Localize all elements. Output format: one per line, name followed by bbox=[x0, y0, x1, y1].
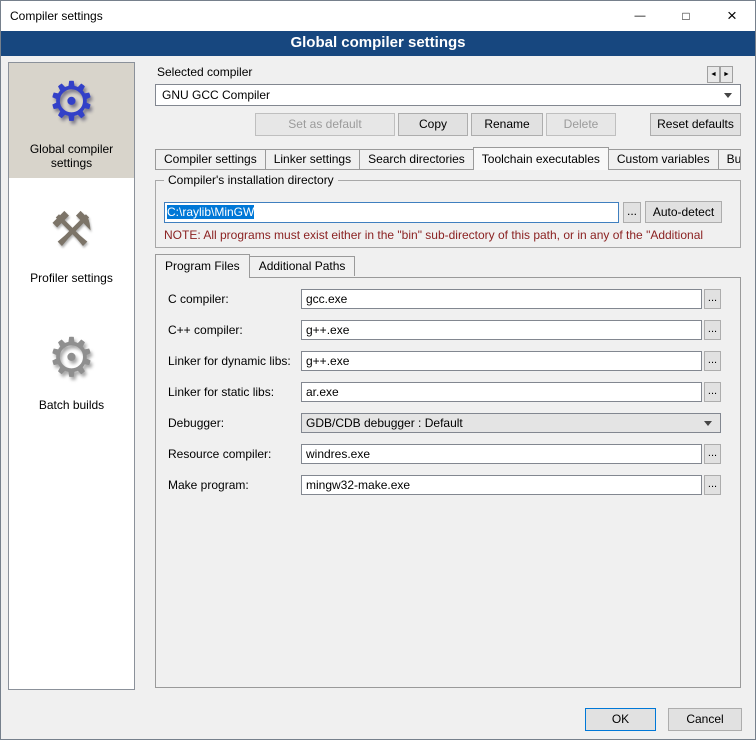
field-row-dynamic-linker: Linker for dynamic libs: g++.exe ... bbox=[168, 351, 740, 371]
close-button[interactable]: × bbox=[709, 1, 755, 31]
tab-build-options[interactable]: Build bbox=[718, 149, 741, 169]
gray-gear-icon: ⚙ bbox=[11, 325, 132, 393]
sidebar-item-global-compiler-settings[interactable]: ⚙ Global compiler settings bbox=[9, 63, 134, 178]
cancel-button[interactable]: Cancel bbox=[668, 708, 742, 731]
maximize-icon: □ bbox=[682, 9, 689, 23]
browse-static-linker-button[interactable]: ... bbox=[704, 382, 721, 402]
dynamic-linker-value: g++.exe bbox=[306, 354, 349, 368]
field-row-make-program: Make program: mingw32-make.exe ... bbox=[168, 475, 740, 495]
minimize-button[interactable]: — bbox=[617, 1, 663, 31]
resource-compiler-label: Resource compiler: bbox=[168, 447, 301, 461]
static-linker-label: Linker for static libs: bbox=[168, 385, 301, 399]
sidebar-item-profiler-settings[interactable]: ⚒ Profiler settings bbox=[9, 192, 134, 293]
field-row-c-compiler: C compiler: gcc.exe ... bbox=[168, 289, 740, 309]
make-program-value: mingw32-make.exe bbox=[306, 478, 410, 492]
set-as-default-button[interactable]: Set as default bbox=[255, 113, 395, 136]
dropdown-arrow-icon bbox=[704, 421, 712, 426]
copy-button[interactable]: Copy bbox=[398, 113, 468, 136]
program-tabstrip: Program Files Additional Paths bbox=[155, 254, 741, 277]
c-compiler-input[interactable]: gcc.exe bbox=[301, 289, 702, 309]
installation-directory-input[interactable]: C:\raylib\MinGW bbox=[164, 202, 619, 223]
cpp-compiler-input[interactable]: g++.exe bbox=[301, 320, 702, 340]
tab-compiler-settings[interactable]: Compiler settings bbox=[155, 149, 266, 169]
browse-resource-compiler-button[interactable]: ... bbox=[704, 444, 721, 464]
tab-toolchain-executables[interactable]: Toolchain executables bbox=[473, 147, 609, 170]
compiler-settings-window: Compiler settings — □ × Global compiler … bbox=[0, 0, 756, 740]
dynamic-linker-label: Linker for dynamic libs: bbox=[168, 354, 301, 368]
selected-compiler-label: Selected compiler bbox=[157, 65, 252, 79]
make-program-input[interactable]: mingw32-make.exe bbox=[301, 475, 702, 495]
titlebar: Compiler settings — □ × bbox=[1, 1, 755, 31]
cpp-compiler-value: g++.exe bbox=[306, 323, 349, 337]
dropdown-arrow-icon bbox=[724, 93, 732, 98]
sidebar-item-batch-builds[interactable]: ⚙ Batch builds bbox=[9, 319, 134, 420]
tab-scroll-left-icon[interactable]: ◄ bbox=[707, 66, 720, 83]
installation-directory-group: Compiler's installation directory C:\ray… bbox=[155, 180, 741, 248]
dynamic-linker-input[interactable]: g++.exe bbox=[301, 351, 702, 371]
window-controls: — □ × bbox=[617, 1, 755, 31]
installation-directory-value: C:\raylib\MinGW bbox=[167, 205, 254, 219]
compiler-select-value: GNU GCC Compiler bbox=[162, 88, 270, 102]
tab-program-files[interactable]: Program Files bbox=[155, 254, 250, 278]
tab-additional-paths[interactable]: Additional Paths bbox=[249, 256, 356, 276]
debugger-value: GDB/CDB debugger : Default bbox=[306, 416, 463, 430]
browse-make-program-button[interactable]: ... bbox=[704, 475, 721, 495]
static-linker-value: ar.exe bbox=[306, 385, 339, 399]
sidebar-item-label: Batch builds bbox=[11, 398, 132, 412]
installation-directory-group-title: Compiler's installation directory bbox=[164, 173, 338, 187]
ok-button[interactable]: OK bbox=[585, 708, 656, 731]
tab-scroll-right-icon[interactable]: ► bbox=[720, 66, 733, 83]
browse-dynamic-linker-button[interactable]: ... bbox=[704, 351, 721, 371]
page-title: Global compiler settings bbox=[1, 31, 755, 56]
field-row-resource-compiler: Resource compiler: windres.exe ... bbox=[168, 444, 740, 464]
tab-search-directories[interactable]: Search directories bbox=[359, 149, 474, 169]
reset-defaults-button[interactable]: Reset defaults bbox=[650, 113, 741, 136]
sidebar-item-label: Global compiler settings bbox=[11, 142, 132, 170]
browse-cpp-compiler-button[interactable]: ... bbox=[704, 320, 721, 340]
resource-compiler-input[interactable]: windres.exe bbox=[301, 444, 702, 464]
compiler-select[interactable]: GNU GCC Compiler bbox=[155, 84, 741, 106]
maximize-button[interactable]: □ bbox=[663, 1, 709, 31]
resource-compiler-value: windres.exe bbox=[306, 447, 370, 461]
delete-button[interactable]: Delete bbox=[546, 113, 616, 136]
minimize-icon: — bbox=[635, 10, 646, 22]
debugger-label: Debugger: bbox=[168, 416, 301, 430]
settings-tabstrip: Compiler settings Linker settings Search… bbox=[155, 147, 741, 170]
blue-gear-icon: ⚙ bbox=[11, 69, 132, 137]
tab-custom-variables[interactable]: Custom variables bbox=[608, 149, 719, 169]
static-linker-input[interactable]: ar.exe bbox=[301, 382, 702, 402]
rename-button[interactable]: Rename bbox=[471, 113, 543, 136]
c-compiler-value: gcc.exe bbox=[306, 292, 347, 306]
debugger-select[interactable]: GDB/CDB debugger : Default bbox=[301, 413, 721, 433]
sidebar-item-label: Profiler settings bbox=[11, 271, 132, 285]
field-row-static-linker: Linker for static libs: ar.exe ... bbox=[168, 382, 740, 402]
sidebar: ⚙ Global compiler settings ⚒ Profiler se… bbox=[8, 62, 135, 690]
c-compiler-label: C compiler: bbox=[168, 292, 301, 306]
profiler-tool-icon: ⚒ bbox=[11, 198, 132, 266]
cpp-compiler-label: C++ compiler: bbox=[168, 323, 301, 337]
field-row-cpp-compiler: C++ compiler: g++.exe ... bbox=[168, 320, 740, 340]
field-row-debugger: Debugger: GDB/CDB debugger : Default bbox=[168, 413, 740, 433]
bin-subdirectory-note: NOTE: All programs must exist either in … bbox=[164, 228, 738, 242]
close-icon: × bbox=[727, 6, 737, 26]
auto-detect-button[interactable]: Auto-detect bbox=[645, 201, 722, 223]
browse-directory-button[interactable]: ... bbox=[623, 202, 641, 223]
main-panel: Selected compiler GNU GCC Compiler Set a… bbox=[147, 62, 747, 690]
make-program-label: Make program: bbox=[168, 478, 301, 492]
window-title: Compiler settings bbox=[1, 9, 103, 23]
program-files-panel: C compiler: gcc.exe ... C++ compiler: g+… bbox=[155, 277, 741, 688]
tab-linker-settings[interactable]: Linker settings bbox=[265, 149, 360, 169]
browse-c-compiler-button[interactable]: ... bbox=[704, 289, 721, 309]
